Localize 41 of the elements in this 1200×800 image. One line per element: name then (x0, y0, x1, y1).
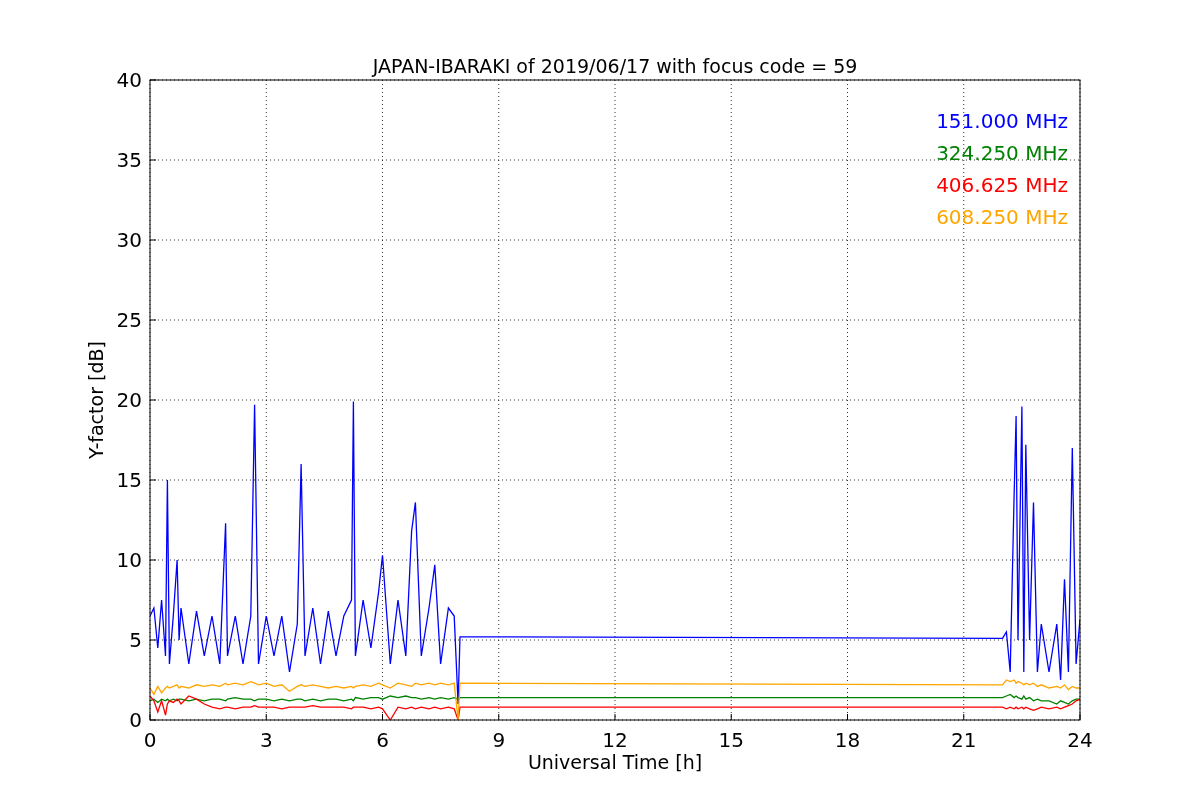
y-tick-label: 5 (129, 628, 142, 652)
tick-mark (614, 713, 616, 721)
x-tick-label: 15 (718, 728, 744, 752)
tick-mark (382, 713, 383, 721)
y-tick-label: 35 (116, 148, 142, 172)
legend-label: 324.250 MHz (936, 141, 1068, 165)
tick-mark (149, 319, 157, 321)
x-tick-label: 21 (951, 728, 977, 752)
x-tick-label: 9 (492, 728, 506, 752)
y-tick-label: 25 (116, 308, 142, 332)
x-tick-label: 0 (143, 728, 157, 752)
legend-label: 406.625 MHz (936, 173, 1068, 197)
tick-mark (730, 713, 732, 721)
tick-mark (149, 479, 157, 481)
legend-label: 151.000 MHz (936, 109, 1068, 133)
x-axis-label: Universal Time [h] (527, 751, 703, 773)
y-axis-label: Y-factor [dB] (85, 341, 107, 459)
tick-mark (963, 713, 965, 721)
y-tick-label: 0 (129, 708, 142, 732)
x-tick-label: 12 (602, 728, 628, 752)
tick-mark (149, 399, 157, 401)
legend-label: 608.250 MHz (936, 205, 1068, 229)
x-tick-label: 24 (1067, 728, 1093, 752)
x-tick-label: 18 (834, 728, 861, 752)
x-tick-label: 3 (259, 728, 273, 752)
tick-mark (149, 639, 157, 641)
y-tick-label: 10 (116, 548, 142, 572)
tick-mark (1079, 713, 1081, 721)
y-tick-label: 40 (116, 68, 142, 92)
chart-title: JAPAN-IBARAKI of 2019/06/17 with focus code = 59 (372, 55, 858, 77)
tick-mark (847, 713, 848, 721)
y-tick-label: 15 (116, 468, 142, 492)
tick-mark (149, 559, 157, 561)
tick-mark (265, 713, 267, 721)
tick-mark (149, 159, 157, 161)
tick-mark (149, 79, 157, 81)
tick-mark (149, 239, 157, 241)
y-tick-label: 20 (116, 388, 142, 412)
y-tick-label: 30 (116, 228, 142, 252)
tick-mark (498, 713, 500, 721)
x-tick-label: 6 (376, 728, 389, 752)
